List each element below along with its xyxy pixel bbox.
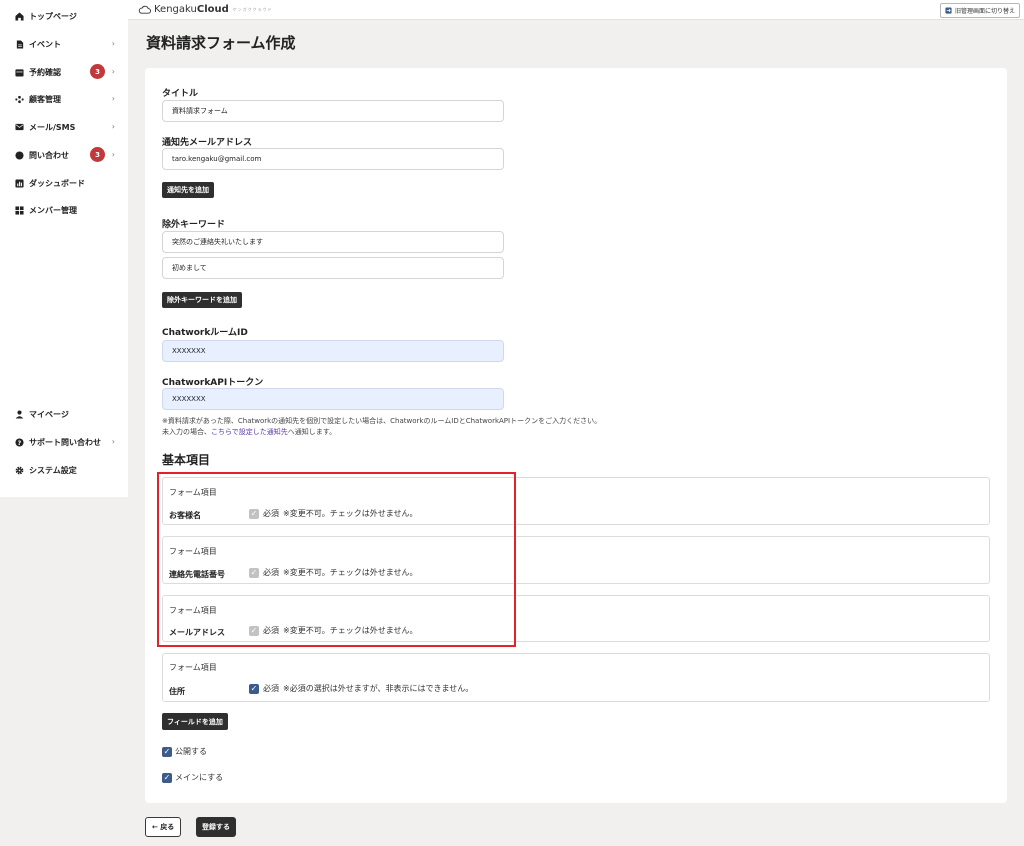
- chevron-right-icon: ›: [111, 94, 115, 103]
- sidebar-item-label: 顧客管理: [29, 94, 61, 104]
- sidebar-item-support[interactable]: ? サポート問い合わせ ›: [15, 435, 118, 449]
- calendar-icon: [15, 68, 24, 77]
- chatwork-token-label: ChatworkAPIトークン: [162, 378, 264, 388]
- chevron-right-icon: ›: [111, 122, 115, 131]
- form-item-type: フォーム項目: [169, 663, 217, 672]
- switch-admin-button[interactable]: 旧管理画面に切り替え: [939, 3, 1020, 18]
- sidebar-item-settings[interactable]: システム設定: [15, 463, 118, 477]
- chatwork-note-line: 未入力の場合、こちらで設定した通知先へ通知します。: [162, 427, 601, 438]
- users-icon: [15, 95, 24, 104]
- sidebar-item-label: システム設定: [29, 465, 77, 475]
- mail-icon: [15, 123, 24, 132]
- help-icon: ?: [15, 437, 24, 447]
- chevron-right-icon: ›: [111, 39, 115, 48]
- main-label: メインにする: [175, 773, 224, 782]
- chatwork-note: ※資料請求があった際、Chatworkの通知先を個別で設定したい場合は、Chat…: [162, 416, 601, 438]
- publish-label: 公開する: [175, 747, 207, 756]
- sidebar-item-inquiry[interactable]: 問い合わせ 3 ›: [15, 147, 118, 162]
- logo-subtitle: ケンガククラウド: [232, 6, 273, 12]
- notification-badge: 3: [90, 147, 105, 162]
- svg-text:?: ?: [18, 439, 22, 446]
- chevron-right-icon: ›: [111, 67, 115, 76]
- switch-icon: [945, 7, 952, 14]
- exclude-keyword-input[interactable]: 初めまして: [162, 257, 504, 279]
- switch-admin-label: 旧管理画面に切り替え: [954, 8, 1015, 15]
- chevron-right-icon: ›: [111, 437, 115, 446]
- notification-badge: 3: [90, 64, 105, 79]
- chatwork-room-label: ChatworkルームID: [162, 328, 248, 338]
- note-text: 未入力の場合、: [162, 428, 211, 436]
- publish-checkbox[interactable]: ✓ 公開する: [162, 746, 207, 757]
- notify-email-label: 通知先メールアドレス: [162, 138, 253, 148]
- sidebar-item-reservation[interactable]: 予約確認 3 ›: [15, 64, 118, 79]
- title-label: タイトル: [162, 89, 199, 99]
- sidebar-item-label: サポート問い合わせ: [29, 437, 101, 447]
- notify-settings-link[interactable]: こちらで設定した通知先へ: [211, 428, 295, 436]
- page-title: 資料請求フォーム作成: [146, 34, 296, 52]
- user-icon: [15, 409, 24, 419]
- sidebar-item-event[interactable]: イベント ›: [15, 37, 118, 51]
- form-item-name: 住所: [169, 687, 185, 696]
- sidebar: トップページ イベント › 予約確認 3 › 顧客管理 › メール/SMS › …: [0, 0, 128, 497]
- add-field-button[interactable]: フィールドを追加: [162, 713, 228, 730]
- required-checkbox[interactable]: ✓ 必須 ※必須の選択は外せますが、非表示にはできません。: [249, 683, 473, 694]
- sidebar-item-label: メンバー管理: [29, 205, 77, 215]
- logo-text-bold: Cloud: [196, 4, 229, 15]
- check-icon[interactable]: ✓: [249, 683, 259, 694]
- logo[interactable]: Kengaku Cloud ケンガククラウド: [138, 4, 273, 15]
- sidebar-item-label: メール/SMS: [29, 122, 76, 132]
- gear-icon: [15, 466, 24, 475]
- sidebar-item-mail[interactable]: メール/SMS ›: [15, 120, 118, 134]
- sidebar-item-customers[interactable]: 顧客管理 ›: [15, 92, 118, 106]
- check-icon[interactable]: ✓: [162, 772, 172, 783]
- grid-icon: [15, 205, 24, 215]
- logo-text: Kengaku: [154, 4, 197, 15]
- home-icon: [15, 11, 24, 21]
- cloud-icon: [138, 5, 151, 14]
- chart-icon: [15, 178, 24, 188]
- check-icon[interactable]: ✓: [162, 746, 172, 757]
- add-notify-button[interactable]: 通知先を追加: [162, 182, 214, 198]
- sidebar-item-members[interactable]: メンバー管理: [15, 203, 118, 217]
- submit-button[interactable]: 登録する: [196, 817, 236, 837]
- main-checkbox[interactable]: ✓ メインにする: [162, 772, 223, 783]
- add-exclude-keyword-button[interactable]: 除外キーワードを追加: [162, 292, 242, 308]
- title-input[interactable]: 資料請求フォーム: [162, 100, 504, 122]
- back-button[interactable]: ← 戻る: [145, 817, 182, 837]
- top-bar: Kengaku Cloud ケンガククラウド 旧管理画面に切り替え: [128, 0, 1024, 20]
- notify-email-input[interactable]: taro.kengaku@gmail.com: [162, 148, 504, 170]
- sidebar-item-label: 問い合わせ: [29, 150, 69, 160]
- chatwork-token-input[interactable]: XXXXXXX: [162, 388, 504, 410]
- note-text: 通知します。: [294, 428, 337, 436]
- sidebar-item-top[interactable]: トップページ: [15, 9, 118, 23]
- chat-icon: [15, 150, 24, 160]
- chatwork-room-input[interactable]: XXXXXXX: [162, 340, 504, 362]
- sidebar-item-label: 予約確認: [29, 67, 61, 77]
- sidebar-item-label: トップページ: [29, 11, 77, 21]
- required-note: ※必須の選択は外せますが、非表示にはできません。: [283, 684, 474, 693]
- sidebar-item-label: ダッシュボード: [29, 178, 85, 188]
- form-item-address: フォーム項目 住所 ✓ 必須 ※必須の選択は外せますが、非表示にはできません。: [162, 653, 990, 702]
- sidebar-item-mypage[interactable]: マイページ: [15, 407, 118, 421]
- exclude-keyword-label: 除外キーワード: [162, 220, 226, 230]
- exclude-keyword-input[interactable]: 突然のご連絡失礼いたします: [162, 231, 504, 253]
- sidebar-item-label: マイページ: [29, 409, 69, 419]
- highlight-box: [157, 472, 516, 647]
- chatwork-note-line: ※資料請求があった際、Chatworkの通知先を個別で設定したい場合は、Chat…: [162, 417, 602, 425]
- sidebar-item-label: イベント: [29, 39, 61, 49]
- document-icon: [15, 39, 24, 49]
- chevron-right-icon: ›: [111, 150, 115, 159]
- sidebar-item-dashboard[interactable]: ダッシュボード: [15, 176, 118, 190]
- basic-items-heading: 基本項目: [162, 453, 211, 467]
- required-label: 必須: [263, 684, 279, 693]
